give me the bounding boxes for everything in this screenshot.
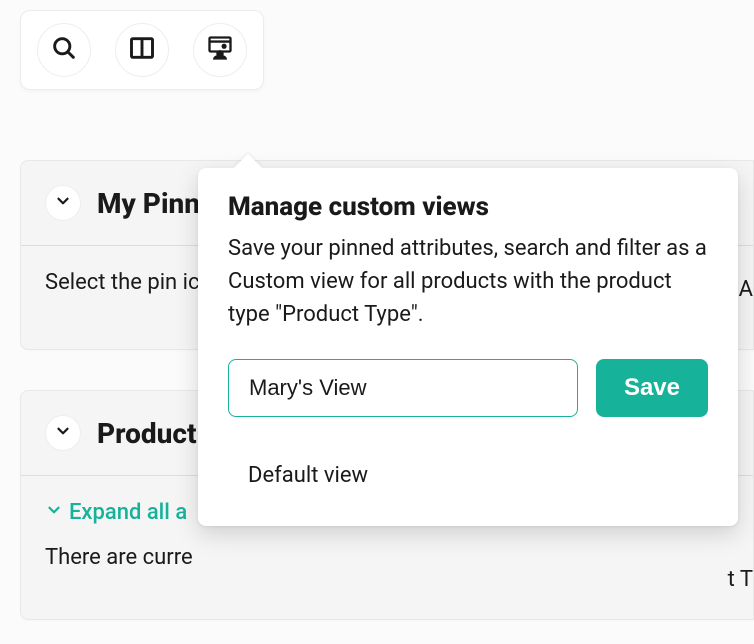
- product-empty-label: There are curre: [45, 545, 193, 570]
- columns-button[interactable]: [115, 23, 169, 77]
- custom-views-button[interactable]: [193, 23, 247, 77]
- collapse-toggle-pinned[interactable]: [45, 185, 81, 221]
- view-name-input[interactable]: [228, 359, 578, 417]
- search-button[interactable]: [37, 23, 91, 77]
- pinned-hint: Select the pin ic: [45, 270, 200, 295]
- columns-icon: [128, 34, 156, 66]
- custom-views-icon: [206, 34, 234, 66]
- popover-input-row: Save: [228, 359, 708, 417]
- save-button[interactable]: Save: [596, 359, 708, 417]
- search-icon: [50, 34, 78, 66]
- saved-views-list: Default view: [228, 457, 708, 494]
- chevron-down-icon: [45, 500, 63, 525]
- chevron-down-icon: [54, 422, 72, 444]
- pinned-title: My Pinn: [97, 187, 200, 220]
- product-right-fragment: t T: [728, 567, 753, 592]
- product-title: Product: [97, 417, 197, 450]
- expand-all-label: Expand all a: [69, 500, 187, 525]
- custom-views-popover: Manage custom views Save your pinned att…: [198, 168, 738, 526]
- chevron-down-icon: [54, 192, 72, 214]
- toolbar: [20, 10, 264, 90]
- collapse-toggle-product[interactable]: [45, 415, 81, 451]
- saved-view-item[interactable]: Default view: [248, 457, 708, 494]
- popover-title: Manage custom views: [228, 192, 708, 222]
- popover-description: Save your pinned attributes, search and …: [228, 232, 708, 331]
